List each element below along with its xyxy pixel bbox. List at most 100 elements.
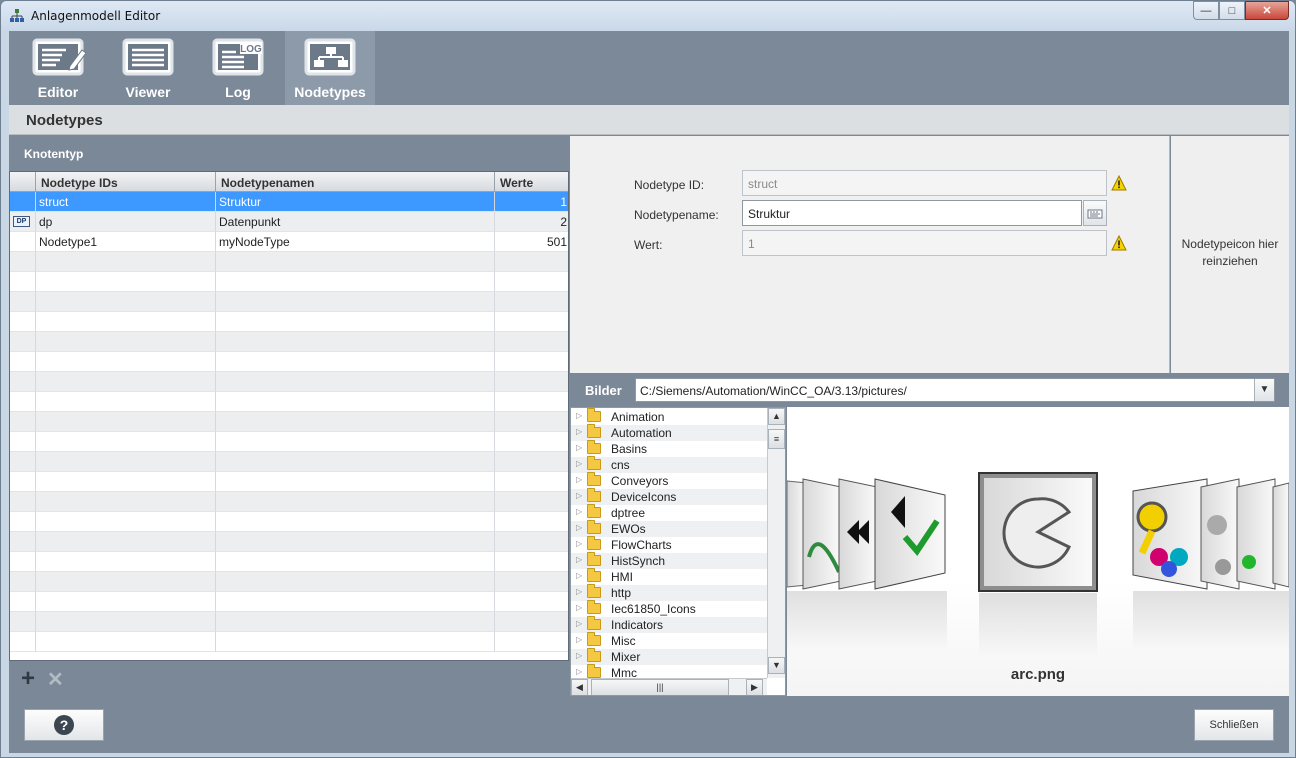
row-icon-cell[interactable] xyxy=(10,232,36,252)
nodetype-name-cell[interactable] xyxy=(216,392,495,412)
nodetype-name-cell[interactable] xyxy=(216,612,495,632)
nodetype-name-cell[interactable] xyxy=(216,552,495,572)
scroll-left-icon[interactable]: ◀ xyxy=(571,679,588,695)
nodetype-value-cell[interactable] xyxy=(495,432,568,452)
folder-item[interactable]: ▷ FlowCharts xyxy=(571,536,767,553)
maximize-button[interactable]: □ xyxy=(1219,1,1245,20)
table-row[interactable] xyxy=(10,612,568,632)
nodetype-name-cell[interactable] xyxy=(216,332,495,352)
row-icon-cell[interactable] xyxy=(10,512,36,532)
table-row[interactable] xyxy=(10,372,568,392)
expand-arrow-icon[interactable]: ▷ xyxy=(576,539,582,548)
nodetype-value-cell[interactable]: 1 xyxy=(495,192,568,212)
nodetype-id-cell[interactable]: Nodetype1 xyxy=(36,232,216,252)
nodetype-name-cell[interactable] xyxy=(216,492,495,512)
horizontal-scrollbar[interactable]: ◀ ||| ▶ xyxy=(571,678,767,695)
nodetype-name-cell[interactable] xyxy=(216,572,495,592)
scroll-thumb[interactable]: ≡ xyxy=(768,429,785,449)
nodetype-id-cell[interactable] xyxy=(36,612,216,632)
column-header-names[interactable]: Nodetypenamen xyxy=(216,172,495,192)
nodetype-name-cell[interactable]: Struktur xyxy=(216,192,495,212)
table-row[interactable] xyxy=(10,332,568,352)
table-row[interactable] xyxy=(10,272,568,292)
nodetype-name-cell[interactable] xyxy=(216,532,495,552)
folder-item[interactable]: ▷ HMI xyxy=(571,568,767,585)
table-row[interactable] xyxy=(10,392,568,412)
row-icon-cell[interactable]: DP xyxy=(10,212,36,232)
add-nodetype-button[interactable]: + xyxy=(21,665,35,693)
expand-arrow-icon[interactable]: ▷ xyxy=(576,475,582,484)
folder-item[interactable]: ▷ dptree xyxy=(571,504,767,521)
nodetype-value-cell[interactable]: 2 xyxy=(495,212,568,232)
nodetype-id-cell[interactable]: dp xyxy=(36,212,216,232)
expand-arrow-icon[interactable]: ▷ xyxy=(576,619,582,628)
expand-arrow-icon[interactable]: ▷ xyxy=(576,427,582,436)
nodetype-value-cell[interactable] xyxy=(495,312,568,332)
nodetype-id-cell[interactable] xyxy=(36,392,216,412)
table-row[interactable] xyxy=(10,432,568,452)
expand-arrow-icon[interactable]: ▷ xyxy=(576,507,582,516)
expand-arrow-icon[interactable]: ▷ xyxy=(576,459,582,468)
nodetype-id-cell[interactable] xyxy=(36,292,216,312)
nodetype-value-cell[interactable] xyxy=(495,512,568,532)
expand-arrow-icon[interactable]: ▷ xyxy=(576,603,582,612)
row-icon-cell[interactable] xyxy=(10,572,36,592)
table-row[interactable] xyxy=(10,492,568,512)
folder-item[interactable]: ▷ HistSynch xyxy=(571,552,767,569)
scroll-up-icon[interactable]: ▲ xyxy=(768,408,785,425)
nodetype-name-field[interactable]: Struktur xyxy=(742,200,1082,226)
expand-arrow-icon[interactable]: ▷ xyxy=(576,443,582,452)
nodetype-name-cell[interactable] xyxy=(216,412,495,432)
scroll-down-icon[interactable]: ▼ xyxy=(768,657,785,674)
nodetype-id-cell[interactable] xyxy=(36,592,216,612)
nodetype-value-cell[interactable] xyxy=(495,332,568,352)
nodetype-name-cell[interactable] xyxy=(216,312,495,332)
image-preview-coverflow[interactable]: arc.png xyxy=(787,407,1289,696)
table-row[interactable] xyxy=(10,552,568,572)
row-icon-cell[interactable] xyxy=(10,472,36,492)
nodetype-name-cell[interactable] xyxy=(216,452,495,472)
row-icon-cell[interactable] xyxy=(10,452,36,472)
folder-item[interactable]: ▷ Animation xyxy=(571,408,767,425)
folder-item[interactable]: ▷ EWOs xyxy=(571,520,767,537)
nodetype-id-cell[interactable] xyxy=(36,472,216,492)
nodetype-name-cell[interactable] xyxy=(216,272,495,292)
column-header-values[interactable]: Werte xyxy=(495,172,568,192)
folder-item[interactable]: ▷ Mixer xyxy=(571,648,767,665)
nodetype-id-cell[interactable] xyxy=(36,312,216,332)
nodetype-name-cell[interactable] xyxy=(216,372,495,392)
tab-log[interactable]: LOG Log xyxy=(193,31,283,105)
nodetype-id-cell[interactable] xyxy=(36,372,216,392)
table-row[interactable] xyxy=(10,312,568,332)
table-row[interactable]: struct Struktur 1 xyxy=(10,192,568,212)
row-icon-cell[interactable] xyxy=(10,492,36,512)
translate-button[interactable] xyxy=(1083,200,1107,226)
row-icon-cell[interactable] xyxy=(10,292,36,312)
table-row[interactable] xyxy=(10,452,568,472)
table-row[interactable] xyxy=(10,632,568,652)
row-icon-cell[interactable] xyxy=(10,432,36,452)
folder-item[interactable]: ▷ DeviceIcons xyxy=(571,488,767,505)
table-row[interactable] xyxy=(10,532,568,552)
table-row[interactable] xyxy=(10,352,568,372)
tab-nodetypes[interactable]: Nodetypes xyxy=(285,31,375,105)
nodetype-name-cell[interactable] xyxy=(216,352,495,372)
delete-nodetype-button[interactable]: ✕ xyxy=(47,667,64,692)
nodetype-value-cell[interactable]: 501 xyxy=(495,232,568,252)
expand-arrow-icon[interactable]: ▷ xyxy=(576,523,582,532)
nodetype-id-cell[interactable] xyxy=(36,512,216,532)
expand-arrow-icon[interactable]: ▷ xyxy=(576,571,582,580)
folder-item[interactable]: ▷ Indicators xyxy=(571,616,767,633)
nodetype-value-cell[interactable] xyxy=(495,552,568,572)
folder-item[interactable]: ▷ Misc xyxy=(571,632,767,649)
picture-path-select[interactable]: C:/Siemens/Automation/WinCC_OA/3.13/pict… xyxy=(635,378,1275,402)
row-icon-cell[interactable] xyxy=(10,352,36,372)
row-icon-cell[interactable] xyxy=(10,592,36,612)
row-icon-cell[interactable] xyxy=(10,392,36,412)
nodetype-name-cell[interactable]: Datenpunkt xyxy=(216,212,495,232)
nodetype-id-cell[interactable] xyxy=(36,552,216,572)
nodetype-name-cell[interactable] xyxy=(216,292,495,312)
nodetype-id-cell[interactable] xyxy=(36,572,216,592)
nodetype-value-cell[interactable] xyxy=(495,392,568,412)
nodetype-id-cell[interactable] xyxy=(36,252,216,272)
